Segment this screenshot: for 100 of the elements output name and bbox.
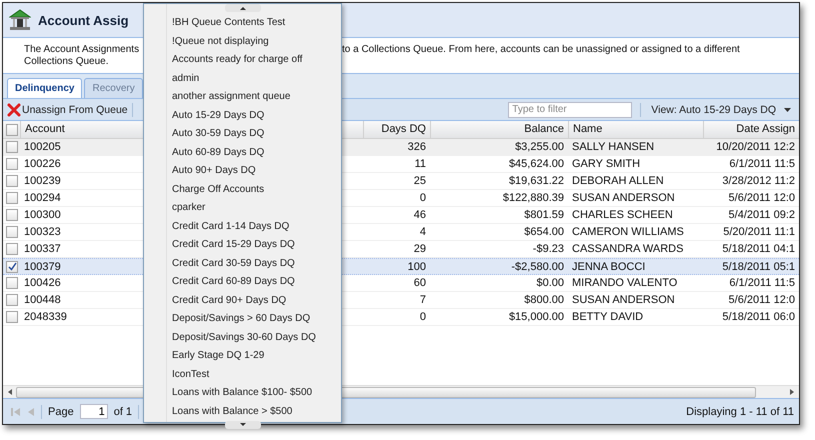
table-cell: 5/6/2011 12:0 — [728, 192, 795, 204]
table-cell: 326 — [408, 141, 426, 153]
menu-item[interactable]: another assignment queue — [172, 88, 341, 106]
tab[interactable]: Delinquency — [7, 78, 82, 98]
page-title: Account Assig — [38, 12, 129, 28]
table-cell: $0.00 — [536, 277, 564, 289]
table-cell: 100426 — [24, 277, 61, 289]
table-cell: SUSAN ANDERSON — [572, 294, 675, 306]
table-cell: 46 — [414, 209, 426, 221]
table-cell: 3/28/2012 11:2 — [722, 175, 795, 187]
table-cell: $801.59 — [524, 209, 564, 221]
table-cell: 5/6/2011 12:0 — [728, 294, 795, 306]
page-label: Page — [48, 406, 74, 418]
row-checkbox[interactable] — [6, 158, 18, 170]
table-cell: $122,880.39 — [502, 192, 564, 204]
table-cell: CHARLES SCHEEN — [572, 209, 673, 221]
row-checkbox[interactable] — [6, 277, 18, 289]
table-cell: 0 — [420, 311, 426, 323]
menu-item[interactable]: Accounts ready for charge off — [172, 51, 341, 70]
table-cell: $3,255.00 — [515, 141, 564, 153]
table-cell: 100205 — [24, 141, 61, 153]
description-text: Collections Queue. — [24, 56, 108, 68]
unassign-button[interactable]: Unassign From Queue — [7, 102, 128, 116]
menu-item[interactable]: Deposit/Savings > 60 Days DQ — [172, 310, 341, 328]
menu-item[interactable]: Deposit/Savings 30-60 Days DQ — [172, 328, 341, 347]
table-cell: 29 — [414, 243, 426, 255]
menu-item[interactable]: Loans with Balance > $500 — [172, 402, 341, 421]
table-cell: $800.00 — [524, 294, 564, 306]
table-cell: $654.00 — [524, 226, 564, 238]
table-cell: 5/4/2011 09:2 — [728, 209, 795, 221]
select-all-checkbox[interactable] — [6, 124, 18, 136]
table-cell: 5/18/2011 04:1 — [722, 243, 795, 255]
menu-item[interactable]: Credit Card 60-89 Days DQ — [172, 273, 341, 292]
row-checkbox[interactable] — [6, 226, 18, 238]
table-cell: 7 — [420, 294, 426, 306]
column-header[interactable]: Date Assign — [736, 123, 795, 135]
table-cell: BETTY DAVID — [572, 311, 644, 323]
displaying-count: Displaying 1 - 11 of 11 — [686, 406, 794, 418]
menu-item[interactable]: Early Stage DQ 1-29 — [172, 347, 341, 366]
table-cell: 100448 — [24, 294, 61, 306]
table-cell: $19,631.22 — [508, 175, 564, 187]
column-header[interactable]: Days DQ — [381, 123, 426, 135]
table-cell: 100337 — [24, 243, 61, 255]
table-cell: 5/20/2011 11:1 — [723, 226, 795, 238]
table-cell: 100 — [408, 261, 426, 273]
scroll-right-icon[interactable] — [789, 389, 795, 395]
table-cell: 10/20/2011 12:2 — [716, 141, 795, 153]
page-number-field[interactable]: 1 — [80, 404, 108, 419]
table-cell: MIRANDO VALENTO — [572, 277, 678, 289]
row-checkbox[interactable] — [6, 192, 18, 204]
table-cell: 100239 — [24, 175, 61, 187]
menu-item[interactable]: Loans with Balance $100- $500 — [172, 384, 341, 402]
column-header[interactable]: Name — [573, 123, 602, 135]
table-cell: JENNA BOCCI — [572, 261, 646, 273]
table-cell: $15,000.00 — [508, 311, 564, 323]
table-cell: 25 — [414, 175, 426, 187]
view-menu-button[interactable]: View: Auto 15-29 Days DQ — [645, 104, 793, 116]
row-checkbox[interactable] — [6, 141, 18, 153]
scroll-down-icon[interactable] — [224, 421, 260, 429]
close-icon — [7, 102, 21, 116]
column-header[interactable]: Balance — [524, 123, 564, 135]
row-checkbox[interactable] — [6, 175, 18, 187]
first-page-icon[interactable] — [11, 406, 21, 416]
table-cell: 2048339 — [24, 311, 67, 323]
table-cell: 100294 — [24, 192, 61, 204]
row-checkbox[interactable] — [6, 260, 18, 272]
caret-icon — [784, 108, 791, 112]
table-cell: 11 — [414, 158, 426, 170]
table-cell: CASSANDRA WARDS — [572, 243, 684, 255]
menu-item[interactable]: Credit Card 90+ Days DQ — [172, 292, 341, 310]
table-cell: SUSAN ANDERSON — [572, 192, 675, 204]
previous-page-icon[interactable] — [27, 406, 35, 416]
row-checkbox[interactable] — [6, 209, 18, 221]
table-cell: CAMERON WILLIAMS — [572, 226, 684, 238]
menu-item[interactable]: IconTest — [172, 366, 341, 384]
menu-item[interactable]: Auto 15-29 Days DQ — [172, 106, 341, 125]
menu-item[interactable]: !Queue not displaying — [172, 32, 341, 51]
table-cell: 0 — [420, 192, 426, 204]
scroll-up-icon[interactable] — [224, 4, 260, 12]
row-checkbox[interactable] — [6, 311, 18, 323]
table-cell: -$9.23 — [532, 243, 564, 255]
description-text: to a Collections Queue. From here, accounts can be unassigned or assigned to a different — [342, 44, 741, 56]
table-cell: -$2,580.00 — [511, 261, 564, 273]
table-cell: 6/1/2011 11:5 — [729, 158, 795, 170]
table-cell: 5/18/2011 06:0 — [722, 311, 795, 323]
table-cell: 5/18/2011 05:1 — [722, 261, 795, 273]
page-count-label: of 1 — [114, 406, 132, 418]
table-cell: GARY SMITH — [572, 158, 640, 170]
column-header[interactable]: Account — [25, 123, 65, 135]
table-cell: 100300 — [24, 209, 61, 221]
menu-item[interactable]: !BH Queue Contents Test — [172, 14, 341, 32]
description-text: The Account Assignments — [24, 44, 140, 56]
row-checkbox[interactable] — [6, 294, 18, 306]
scroll-left-icon[interactable] — [7, 389, 13, 395]
table-cell: 100323 — [24, 226, 61, 238]
table-cell: 100226 — [24, 158, 61, 170]
filter-field[interactable]: Type to filter — [508, 102, 632, 118]
table-cell: 6/1/2011 11:5 — [729, 277, 795, 289]
menu-item[interactable]: admin — [172, 70, 341, 88]
row-checkbox[interactable] — [6, 243, 18, 255]
